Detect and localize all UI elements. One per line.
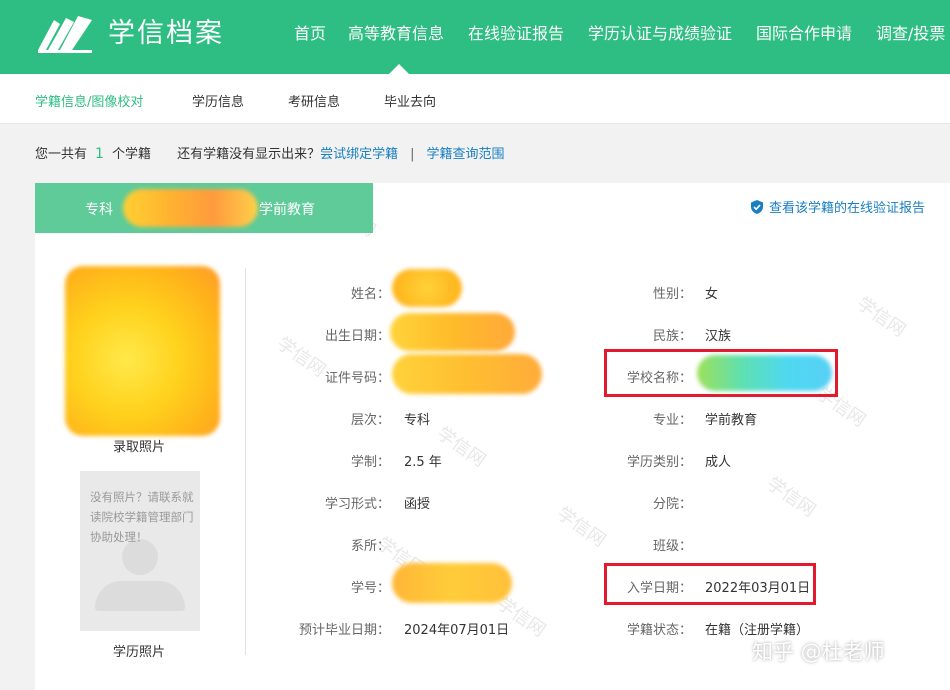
degree-photo-caption: 学历照片 [112,645,165,660]
admission-photo [65,266,220,436]
record-tab[interactable]: 专科 学前教育 [35,183,373,233]
nav-international[interactable]: 国际合作申请 [756,24,852,44]
nav-higher-education[interactable]: 高等教育信息 [348,24,444,44]
record-tab-level: 专科 [85,202,113,218]
record-count: 1 [95,146,104,162]
nav-survey[interactable]: 调查/投票 [876,24,945,44]
sub-nav: 学籍信息/图像校对 学历信息 考研信息 毕业去向 [0,74,950,124]
watermark: 学信网 [763,473,820,522]
field-label-gender: 性别： [652,287,692,302]
active-nav-indicator [389,64,409,74]
redacted-school-name [697,355,832,391]
separator: | [410,147,415,162]
count-prefix: 您一共有 [35,147,88,162]
query-scope-link[interactable]: 学籍查询范围 [427,147,505,162]
count-suffix: 个学籍 [111,147,151,162]
missing-question: 还有学籍没有显示出来？ [177,147,321,162]
book-logo-icon [38,16,92,53]
field-value-expected-graduation: 2024年07月01日 [404,623,510,638]
watermark: 学信网 [273,333,330,382]
admission-photo-caption: 录取照片 [112,440,165,455]
field-value-education-type: 成人 [705,455,732,470]
top-header: 学信档案 首页 高等教育信息 在线验证报告 学历认证与成绩验证 国际合作申请 调… [0,0,950,74]
field-label-study-mode: 学习形式： [324,497,390,512]
watermark: 学信网 [853,293,910,342]
verify-report-link[interactable]: 查看该学籍的在线验证报告 [750,197,925,216]
record-count-line: 您一共有 1 个学籍 还有学籍没有显示出来？尝试绑定学籍 | 学籍查询范围 [35,143,505,162]
avatar-body-icon [95,581,185,611]
field-label-duration: 学制： [350,455,390,470]
record-card: 学信网 学信网 学信网 学信网 学信网 学信网 学信网 学信网 学信网 学信网 … [35,183,950,690]
field-label-major: 专业： [652,413,692,428]
field-label-enrollment-date: 入学日期： [626,581,692,596]
no-photo-placeholder: 没有照片？请联系就读院校学籍管理部门协助处理！ [80,471,200,631]
field-value-gender: 女 [705,287,719,302]
field-value-level: 专科 [404,413,431,428]
field-label-status: 学籍状态： [626,623,692,638]
subnav-graduation[interactable]: 毕业去向 [384,91,436,110]
column-divider [245,268,246,655]
nav-degree-certification[interactable]: 学历认证与成绩验证 [588,24,732,44]
field-label-education-type: 学历类别： [626,455,692,470]
subnav-student-record[interactable]: 学籍信息/图像校对 [35,91,143,110]
field-label-student-id: 学号： [350,581,390,596]
field-label-ethnicity: 民族： [652,329,692,344]
nav-home[interactable]: 首页 [294,24,326,44]
field-label-level: 层次： [350,413,390,428]
field-label-department: 系所： [350,539,390,554]
field-label-class: 班级： [652,539,692,554]
site-logo[interactable]: 学信档案 [36,14,224,54]
subnav-exam-info[interactable]: 考研信息 [288,91,340,110]
subnav-education-info[interactable]: 学历信息 [192,91,244,110]
record-tab-major: 学前教育 [259,202,315,218]
bind-record-link[interactable]: 尝试绑定学籍 [320,147,398,162]
nav-online-verification[interactable]: 在线验证报告 [468,24,564,44]
redacted-name [392,269,462,307]
redacted-id-number [392,354,542,394]
field-label-id: 证件号码： [324,371,390,386]
field-label-birthdate: 出生日期： [324,329,390,344]
redacted-student-id [392,563,512,603]
verify-report-label: 查看该学籍的在线验证报告 [768,201,925,216]
watermark: 学信网 [553,503,610,552]
field-label-school: 学校名称： [626,371,692,386]
redacted-school [123,189,258,227]
field-value-duration: 2.5 年 [404,455,442,470]
field-value-major: 学前教育 [705,413,758,428]
field-value-study-mode: 函授 [404,497,431,512]
field-label-expected-graduation: 预计毕业日期： [298,623,390,638]
author-credit-overlay: 知乎 @杜老师 [752,640,885,664]
field-label-branch: 分院： [652,497,692,512]
shield-check-icon [750,199,763,214]
field-value-enrollment-date: 2022年03月01日 [705,581,811,596]
logo-text: 学信档案 [108,18,224,49]
no-photo-text: 没有照片？请联系就读院校学籍管理部门协助处理！ [90,490,194,544]
redacted-birthdate [390,313,515,351]
field-label-name: 姓名： [350,287,390,302]
field-value-ethnicity: 汉族 [705,329,732,344]
